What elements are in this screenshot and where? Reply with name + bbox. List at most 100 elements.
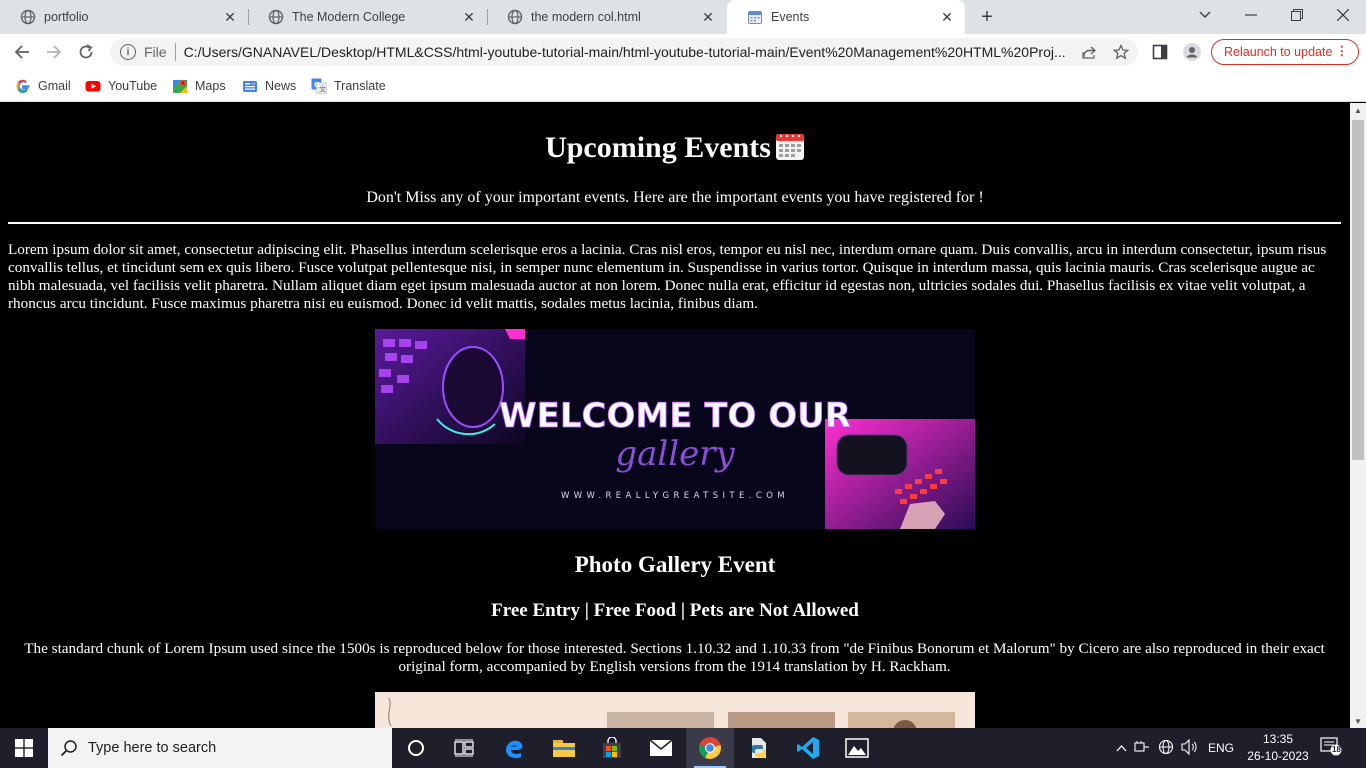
notification-count-badge: 18 [1332, 745, 1341, 754]
page-scrollbar[interactable]: ▲ ▼ [1350, 103, 1366, 728]
taskbar-store[interactable] [588, 728, 636, 768]
tray-chevron-up-icon[interactable] [1112, 741, 1130, 755]
banner-website: WWW.REALLYGREATSITE.COM [561, 491, 789, 501]
close-window-button[interactable] [1320, 0, 1366, 30]
scroll-down-arrow-icon[interactable]: ▼ [1350, 714, 1366, 728]
taskbar-python[interactable] [735, 728, 783, 768]
scrollbar-thumb[interactable] [1352, 120, 1364, 460]
close-tab-icon[interactable]: ✕ [461, 9, 477, 25]
bookmark-label: News [265, 79, 297, 93]
tab-title: The Modern College [292, 10, 406, 24]
omnibox-divider [174, 43, 176, 61]
youtube-icon [85, 81, 101, 92]
back-button[interactable] [10, 40, 34, 64]
banner-line2: gallery [615, 434, 735, 474]
language-indicator[interactable]: ENG [1208, 741, 1234, 755]
event-paragraph: The standard chunk of Lorem Ipsum used s… [24, 640, 1325, 675]
close-tab-icon[interactable]: ✕ [700, 9, 716, 25]
second-event-graphic [375, 692, 975, 728]
restore-button[interactable] [1274, 0, 1320, 30]
side-panel-icon[interactable] [1151, 43, 1169, 61]
task-view-button[interactable] [440, 728, 488, 768]
network-globe-icon[interactable] [1154, 739, 1178, 758]
globe-icon [20, 9, 36, 25]
tab-title: the modern col.html [531, 10, 641, 24]
taskbar-edge[interactable] [490, 728, 538, 768]
news-icon [243, 81, 257, 92]
mail-icon [649, 739, 673, 756]
bookmark-label: Translate [334, 79, 386, 93]
maps-icon [173, 79, 187, 93]
volume-speaker-icon[interactable] [1178, 738, 1202, 758]
url-text[interactable]: C:/Users/GNANAVEL/Desktop/HTML&CSS/html-… [184, 44, 1138, 60]
close-tab-icon[interactable]: ✕ [939, 9, 955, 25]
relaunch-label: Relaunch to update [1224, 45, 1333, 59]
taskbar-file-explorer[interactable] [540, 728, 588, 768]
site-info-icon[interactable]: i [120, 44, 136, 60]
tab-portfolio[interactable]: portfolio ✕ [0, 0, 248, 34]
bookmark-maps[interactable]: Maps [172, 76, 226, 96]
taskbar-mail[interactable] [637, 728, 685, 768]
minimize-button[interactable] [1228, 0, 1274, 30]
task-view-icon [454, 739, 474, 757]
windows-taskbar: Type here to search ENG 13:35 26-10-2023… [0, 728, 1366, 768]
file-scheme-label: File [144, 44, 167, 60]
store-bag-icon [603, 737, 621, 758]
system-tray: ENG [1112, 728, 1234, 768]
search-icon [60, 740, 77, 757]
clock-date: 26-10-2023 [1247, 749, 1309, 763]
windows-logo-icon [15, 739, 33, 757]
start-button[interactable] [0, 728, 48, 768]
intro-paragraph: Lorem ipsum dolor sit amet, consectetur … [8, 241, 1327, 312]
clock-time: 13:35 [1262, 732, 1294, 746]
tab-title: portfolio [44, 10, 89, 24]
taskbar-clock[interactable]: 13:35 26-10-2023 [1240, 731, 1316, 765]
tab-events[interactable]: Events ✕ [727, 0, 965, 34]
svg-text:文: 文 [319, 85, 326, 94]
events-page: Upcoming Events Don't Miss any of your i… [0, 103, 1350, 728]
tab-search-chevron-icon[interactable] [1182, 0, 1228, 30]
bookmark-translate[interactable]: G文 Translate [311, 76, 386, 96]
relaunch-to-update-button[interactable]: Relaunch to update ⋮ [1211, 39, 1359, 65]
horizontal-rule [8, 222, 1341, 224]
more-menu-icon[interactable]: ⋮ [1336, 43, 1349, 58]
translate-icon: G文 [311, 78, 327, 94]
chrome-icon [699, 737, 721, 759]
cortana-circle-icon [408, 740, 424, 756]
forward-button[interactable] [42, 40, 66, 64]
reload-button[interactable] [74, 40, 98, 64]
power-plug-icon[interactable] [1130, 740, 1154, 757]
edge-icon [506, 740, 523, 759]
close-tab-icon[interactable]: ✕ [222, 9, 238, 25]
taskbar-photos[interactable] [833, 728, 881, 768]
action-center-button[interactable]: 18 [1320, 736, 1346, 760]
gallery-banner-graphic: WELCOME TO OUR gallery WWW.REALLYGREATSI… [375, 329, 975, 529]
new-tab-button[interactable]: + [976, 6, 998, 28]
taskbar-chrome[interactable] [686, 728, 734, 768]
address-bar[interactable]: i File C:/Users/GNANAVEL/Desktop/HTML&CS… [110, 38, 1138, 66]
bookmark-label: YouTube [108, 79, 158, 93]
taskbar-vscode[interactable] [784, 728, 832, 768]
page-heading: Upcoming Events [0, 131, 1350, 165]
banner-line1: WELCOME TO OUR [499, 396, 851, 436]
bookmark-youtube[interactable]: YouTube [85, 76, 157, 96]
profile-avatar-icon[interactable] [1183, 43, 1201, 61]
folder-icon [553, 740, 575, 757]
tab-the-modern-col-html[interactable]: the modern col.html ✕ [487, 0, 726, 34]
tab-the-modern-college[interactable]: The Modern College ✕ [248, 0, 487, 34]
photos-icon [845, 738, 869, 758]
share-icon[interactable] [1080, 43, 1098, 61]
bookmark-gmail[interactable]: Gmail [15, 76, 71, 96]
taskbar-search-box[interactable]: Type here to search [48, 728, 392, 768]
bookmarks-bar: Gmail YouTube Maps News G文 Translate [0, 70, 1366, 102]
bookmark-label: Gmail [38, 79, 71, 93]
bookmark-news[interactable]: News [242, 76, 296, 96]
scroll-up-arrow-icon[interactable]: ▲ [1350, 103, 1366, 117]
bookmark-star-icon[interactable] [1112, 43, 1130, 61]
cortana-button[interactable] [392, 728, 440, 768]
tab-title: Events [771, 10, 810, 24]
bookmark-label: Maps [195, 79, 226, 93]
browser-toolbar: i File C:/Users/GNANAVEL/Desktop/HTML&CS… [0, 34, 1366, 70]
page-tagline: Don't Miss any of your important events.… [366, 189, 984, 206]
tab-strip: portfolio ✕ The Modern College ✕ the mod… [0, 0, 1366, 34]
